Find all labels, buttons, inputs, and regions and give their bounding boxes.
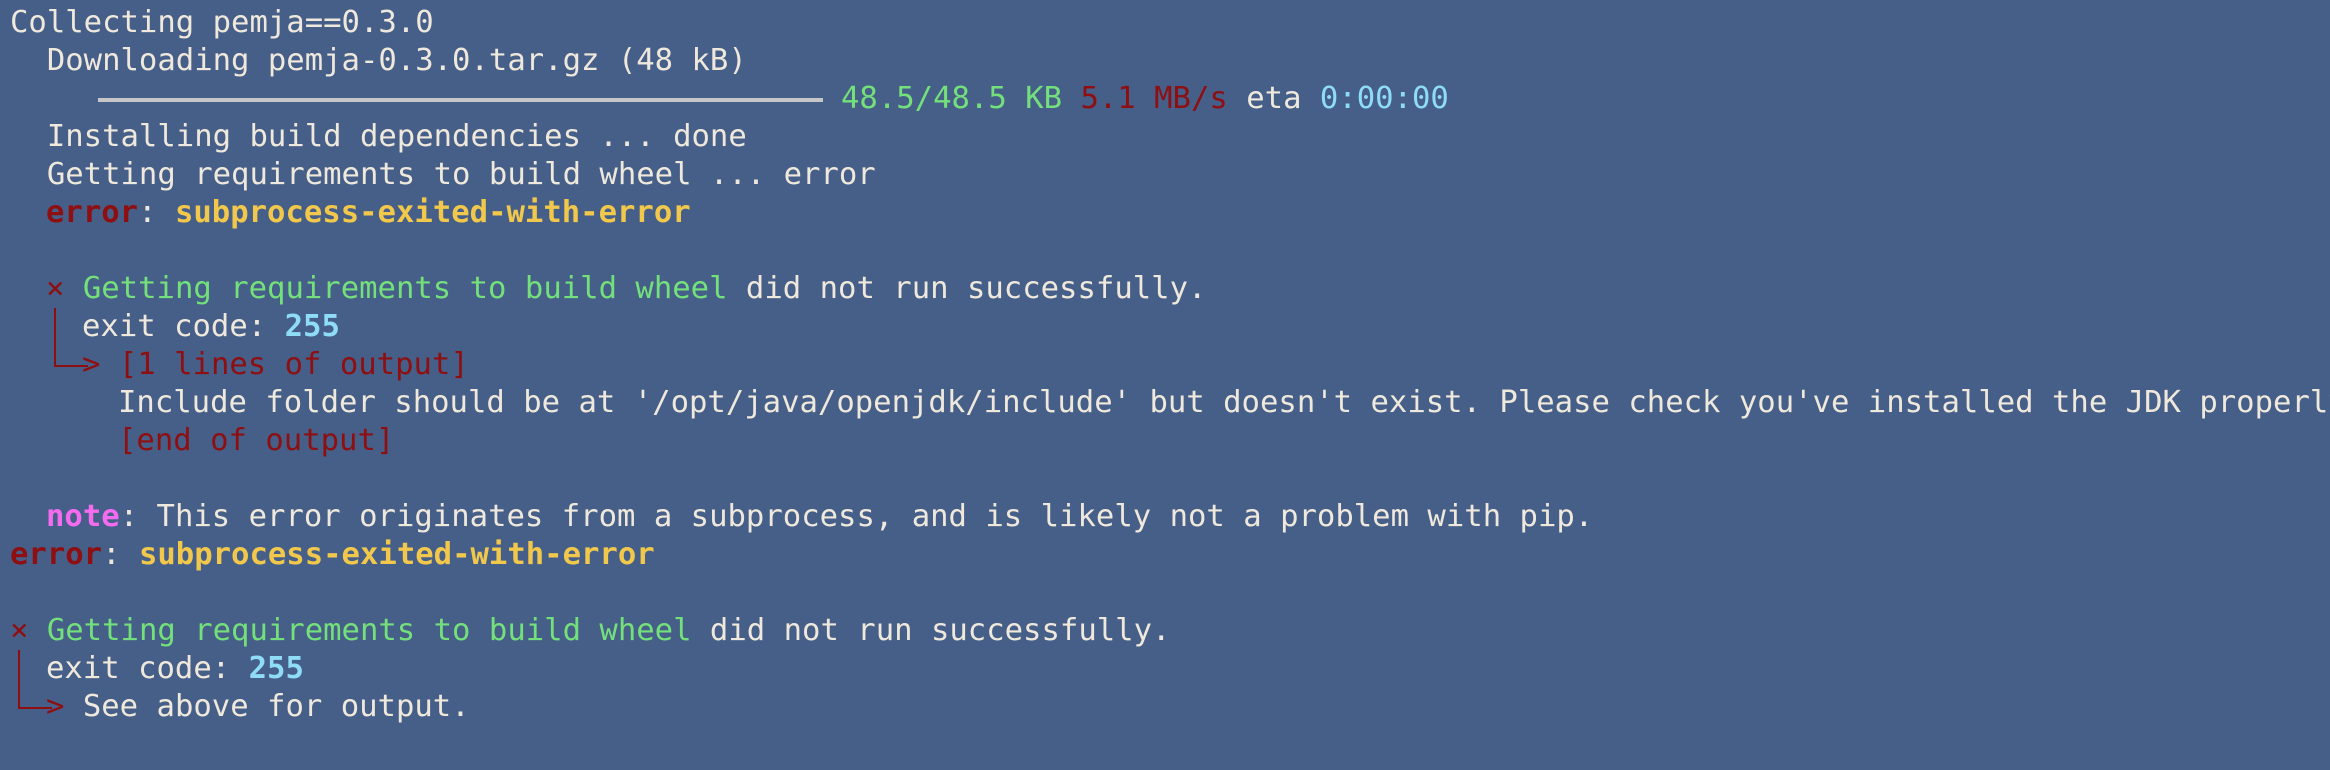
progress-bar <box>98 97 823 102</box>
block1-rest: did not run successfully. <box>727 271 1207 306</box>
tree-branch-icon-2 <box>18 650 20 708</box>
block2-header: × Getting requirements to build wheel di… <box>10 612 1170 650</box>
progress-size: 48.5/48.5 KB <box>841 81 1063 116</box>
end-of-output: [end of output] <box>118 423 395 458</box>
installing-text: Installing build dependencies ... done <box>10 119 747 154</box>
output-line-installing: Installing build dependencies ... done <box>10 118 747 156</box>
progress-eta-label: eta <box>1246 81 1302 116</box>
error-line-2: error: subprocess-exited-with-error <box>10 536 655 574</box>
exit-code-label: exit code: <box>82 309 285 344</box>
progress-line: 48.5/48.5 KB 5.1 MB/s eta 0:00:00 <box>10 80 1449 118</box>
exit-code-value-2: 255 <box>248 651 304 686</box>
error-message: subprocess-exited-with-error <box>174 195 691 230</box>
block2-exit-code: exit code: 255 <box>46 650 304 688</box>
block1-header: × Getting requirements to build wheel di… <box>46 270 1206 308</box>
progress-eta: 0:00:00 <box>1319 81 1449 116</box>
output-line-collecting: Collecting pemja==0.3.0 <box>10 4 434 42</box>
block1-include: Include folder should be at '/opt/java/o… <box>118 384 2330 422</box>
include-message: Include folder should be at '/opt/java/o… <box>118 385 2330 420</box>
progress-speed: 5.1 MB/s <box>1080 81 1228 116</box>
block1-end: [end of output] <box>118 422 394 460</box>
note-label: note <box>46 499 120 534</box>
lines-of-output: [1 lines of output] <box>118 347 469 382</box>
output-line-getting: Getting requirements to build wheel ... … <box>10 156 876 194</box>
block2-see-above: > See above for output. <box>46 689 470 724</box>
block1-lines-of-output: > [1 lines of output] <box>82 347 469 382</box>
cross-icon: × <box>46 271 65 306</box>
see-above-message: See above for output. <box>82 689 470 724</box>
cross-icon-2: × <box>10 613 29 648</box>
error-colon: : <box>138 195 157 230</box>
terminal-window[interactable]: Collecting pemja==0.3.0 Downloading pemj… <box>0 0 2330 770</box>
block2-rest: did not run successfully. <box>691 613 1171 648</box>
tree-branch-icon <box>54 308 56 366</box>
error-message-2: subprocess-exited-with-error <box>138 537 655 572</box>
downloading-text: Downloading pemja-0.3.0.tar.gz (48 kB) <box>10 43 747 78</box>
error-line-1: error: subprocess-exited-with-error <box>46 194 691 232</box>
exit-code-label-2: exit code: <box>46 651 249 686</box>
error-label-2: error <box>10 537 103 572</box>
output-line-downloading: Downloading pemja-0.3.0.tar.gz (48 kB) <box>10 42 747 80</box>
getting-text: Getting requirements to build wheel ... … <box>10 157 876 192</box>
block1-exit-code: exit code: 255 <box>82 308 340 346</box>
block2-getting: Getting requirements to build wheel <box>46 613 692 648</box>
note-message: : This error originates from a subproces… <box>119 499 1594 534</box>
exit-code-value: 255 <box>284 309 340 344</box>
collecting-text: Collecting pemja==0.3.0 <box>10 5 434 40</box>
block1-getting: Getting requirements to build wheel <box>82 271 728 306</box>
error-colon-2: : <box>102 537 121 572</box>
note-line: note: This error originates from a subpr… <box>46 498 1593 536</box>
error-label: error <box>46 195 139 230</box>
